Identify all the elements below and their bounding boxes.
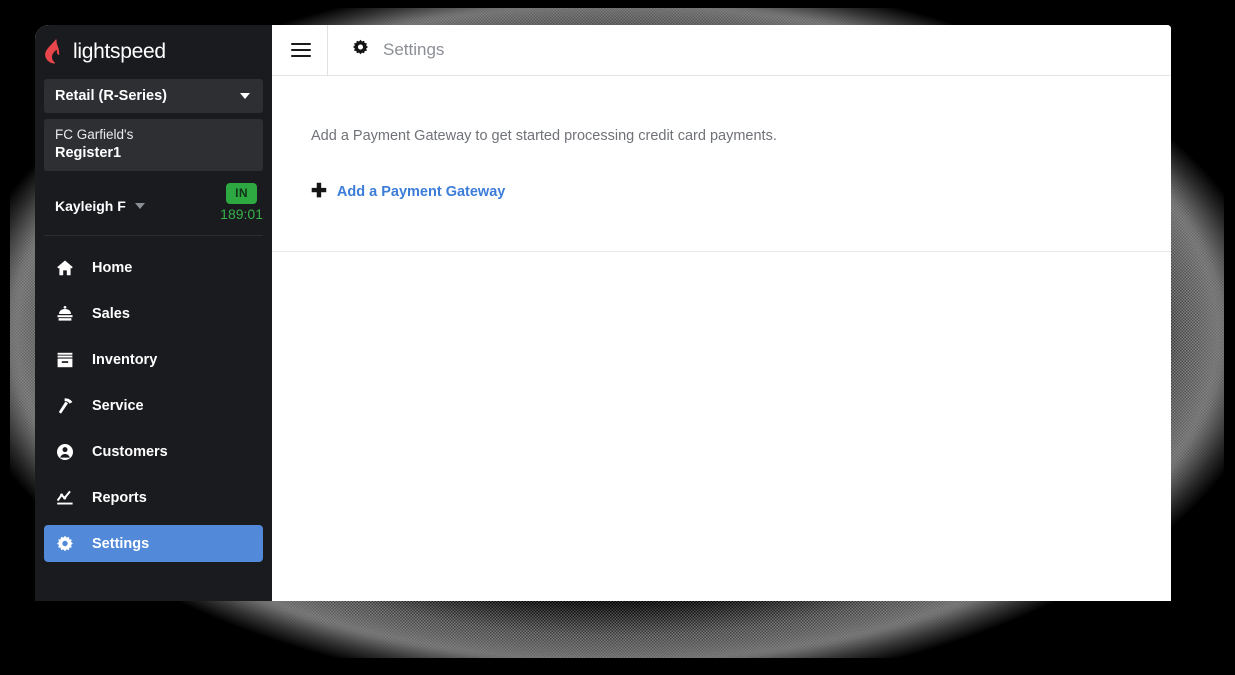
- app-window: lightspeed Retail (R-Series) FC Garfield…: [35, 25, 1171, 601]
- clock-elapsed: 189:01: [220, 206, 263, 222]
- inventory-icon: [56, 351, 74, 369]
- status-badge: IN: [226, 183, 257, 204]
- sidebar-item-service[interactable]: Service: [44, 387, 263, 424]
- user-row[interactable]: Kayleigh F IN 189:01: [35, 177, 272, 235]
- panel-empty-space: [272, 252, 1171, 601]
- add-payment-gateway-button[interactable]: ✚ Add a Payment Gateway: [272, 182, 1171, 201]
- register-name: Register1: [55, 145, 122, 161]
- sidebar-item-reports[interactable]: Reports: [44, 479, 263, 516]
- chart-icon: [56, 489, 74, 507]
- sidebar-item-settings[interactable]: Settings: [44, 525, 263, 562]
- hamburger-bar: [290, 55, 311, 57]
- customer-icon: [56, 443, 74, 461]
- app-logo[interactable]: lightspeed: [35, 25, 272, 65]
- hamburger-bar: [290, 49, 311, 51]
- gear-icon: [56, 535, 74, 553]
- add-payment-gateway-label: Add a Payment Gateway: [336, 183, 506, 200]
- chevron-down-icon: [240, 93, 250, 99]
- lightspeed-flame-icon: [44, 39, 66, 65]
- sales-icon: [56, 305, 74, 323]
- sidebar-item-label: Settings: [92, 535, 150, 552]
- sidebar: lightspeed Retail (R-Series) FC Garfield…: [35, 25, 272, 601]
- hamburger-menu-icon[interactable]: [272, 43, 327, 57]
- sidebar-item-inventory[interactable]: Inventory: [44, 341, 263, 378]
- sidebar-item-sales[interactable]: Sales: [44, 295, 263, 332]
- user-name: Kayleigh F: [55, 198, 126, 214]
- page-title-text: Settings: [383, 40, 445, 59]
- topbar: Settings: [272, 25, 1171, 76]
- chevron-down-icon[interactable]: [134, 203, 145, 209]
- sidebar-item-label: Service: [92, 397, 144, 414]
- home-icon: [56, 259, 74, 277]
- page-title: Settings: [328, 39, 444, 61]
- sidebar-nav: Home Sales Inventory Service Customers R…: [35, 236, 272, 562]
- panel-description: Add a Payment Gateway to get started pro…: [311, 128, 777, 144]
- store-name: FC Garfield's: [55, 127, 134, 142]
- sidebar-item-label: Sales: [92, 305, 130, 322]
- sidebar-item-customers[interactable]: Customers: [44, 433, 263, 470]
- register-info[interactable]: FC Garfield's Register1: [44, 119, 263, 171]
- plus-icon: ✚: [311, 181, 327, 202]
- payment-gateway-panel: Add a Payment Gateway to get started pro…: [272, 76, 1171, 252]
- hammer-icon: [56, 397, 74, 415]
- sidebar-item-label: Customers: [92, 443, 168, 460]
- brand-selector-label: Retail (R-Series): [55, 88, 168, 104]
- screen: lightspeed Retail (R-Series) FC Garfield…: [0, 0, 1235, 675]
- sidebar-item-label: Inventory: [92, 351, 158, 368]
- logo-wordmark: lightspeed: [73, 40, 166, 63]
- sidebar-item-home[interactable]: Home: [44, 249, 263, 286]
- gear-icon: [352, 39, 369, 61]
- hamburger-bar: [290, 43, 311, 45]
- time-clock[interactable]: IN 189:01: [220, 183, 263, 222]
- sidebar-item-label: Home: [92, 259, 133, 276]
- brand-selector[interactable]: Retail (R-Series): [44, 79, 263, 113]
- sidebar-item-label: Reports: [92, 489, 147, 506]
- content-area: Settings Add a Payment Gateway to get st…: [272, 25, 1171, 601]
